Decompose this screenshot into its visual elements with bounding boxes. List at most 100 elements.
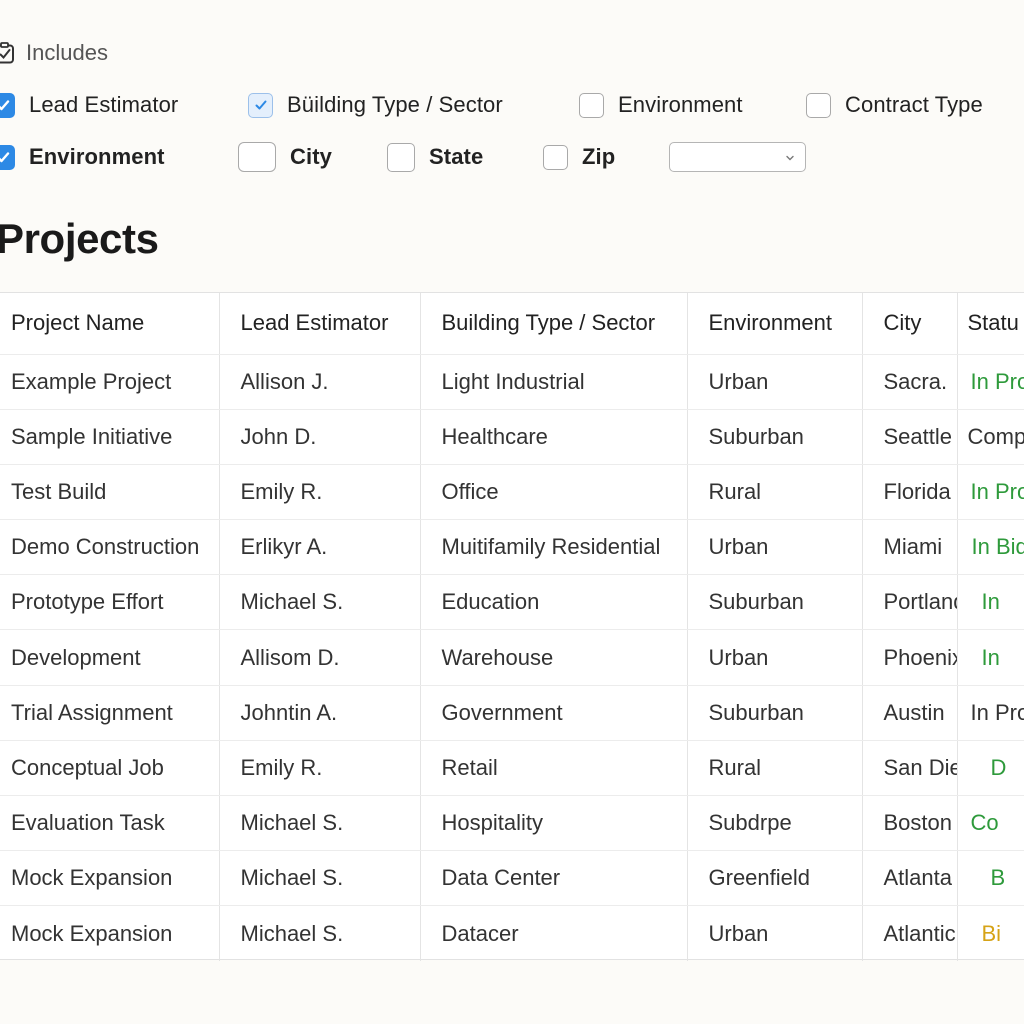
cell-lead-estimator: Emily R. xyxy=(219,464,421,521)
cell-building-type: Hospitality xyxy=(420,795,688,852)
cell-status: Bi xyxy=(981,920,1002,946)
cell-city: Miami xyxy=(862,519,958,576)
checkbox-empty-icon[interactable] xyxy=(806,92,831,118)
column-header-status[interactable]: Statu xyxy=(957,293,1024,355)
cell-status: D xyxy=(957,740,1024,797)
table-header-row: Project Name Lead Estimator Building Typ… xyxy=(0,293,1024,355)
column-header-lead-estimator[interactable]: Lead Estimator xyxy=(219,293,421,355)
projects-table: Project Name Lead Estimator Building Typ… xyxy=(0,292,1024,962)
filter-zip[interactable]: Zip xyxy=(543,140,615,174)
cell-environment: Urban xyxy=(687,354,863,410)
cell-project-name: Mock Expansion xyxy=(0,905,220,962)
filter-contract-type[interactable]: Contract Type xyxy=(806,88,983,122)
cell-building-type: Education xyxy=(420,574,688,631)
cell-environment: Urban xyxy=(687,629,863,686)
cell-environment: Suburban xyxy=(687,409,863,465)
filter-building-type[interactable]: Büilding Type / Sector xyxy=(248,88,503,122)
filter-label: Contract Type xyxy=(845,92,983,117)
column-header-environment[interactable]: Environment xyxy=(687,293,863,355)
table-row[interactable]: Development Allisom D. Warehouse Urban Phoen… xyxy=(0,629,1024,686)
cell-environment: Urban xyxy=(687,519,863,576)
table-row[interactable]: Test Build Emily R. Office Rural Florida In P… xyxy=(0,464,1024,521)
filter-environment-2[interactable]: Environment xyxy=(0,140,165,174)
includes-label: Includes xyxy=(26,40,108,65)
cell-lead-estimator: Michael S. xyxy=(219,795,421,852)
filter-lead-estimator[interactable]: Lead Estimator xyxy=(0,88,178,122)
filter-label: State xyxy=(429,144,484,169)
cell-environment: Greenfield xyxy=(687,850,863,907)
column-header-city[interactable]: City xyxy=(862,293,958,355)
cell-status: Co xyxy=(957,795,1024,852)
checkbox-checked-icon[interactable] xyxy=(248,92,273,118)
filter-label: Lead Estimator xyxy=(29,92,179,117)
column-header-project-name[interactable]: Project Name xyxy=(0,293,220,355)
filter-label: Zip xyxy=(582,144,616,169)
cell-environment: Suburban xyxy=(687,685,863,741)
cell-city: Sacra. xyxy=(862,354,958,410)
cell-status: In xyxy=(957,574,1024,631)
cell-environment: Rural xyxy=(687,740,863,797)
filter-environment[interactable]: Environment xyxy=(579,88,743,122)
cell-lead-estimator: Michael S. xyxy=(219,905,421,962)
cell-building-type: Light Industrial xyxy=(420,354,688,410)
cell-lead-estimator: John D. xyxy=(219,409,421,465)
cell-building-type: Warehouse xyxy=(420,629,688,686)
cell-project-name: Mock Expansion xyxy=(0,850,220,907)
cell-lead-estimator: Johntin A. xyxy=(219,685,421,741)
table-row[interactable]: Conceptual JobEmily R.RetailRuralSan Die… xyxy=(0,740,1024,797)
table-row[interactable]: Mock Expansion Michael S. Data Center Green… xyxy=(0,850,1024,907)
page-title: Projects xyxy=(0,215,159,262)
cell-city: Portland xyxy=(862,574,958,631)
cell-city: Atlantic xyxy=(862,905,958,962)
column-header-building-type[interactable]: Building Type / Sector xyxy=(420,293,688,355)
cell-city: Phoenix xyxy=(862,629,958,686)
cell-status: In Pro xyxy=(957,685,1024,741)
checkbox-checked-icon[interactable] xyxy=(0,144,15,170)
checklist-icon xyxy=(0,42,14,64)
cell-lead-estimator: Emily R. xyxy=(219,740,421,797)
cell-environment: Rural xyxy=(687,464,863,521)
filter-state[interactable]: State xyxy=(387,140,483,174)
cell-environment: Subdrpe xyxy=(687,795,863,852)
checkbox-checked-icon[interactable] xyxy=(0,92,15,118)
filter-city[interactable]: City xyxy=(238,140,332,174)
cell-building-type: Office xyxy=(420,464,688,521)
filter-label: City xyxy=(290,144,332,169)
table-row[interactable]: Demo Construction Erlikyr A. Muitifamily R… xyxy=(0,519,1024,576)
cell-lead-estimator: Michael S. xyxy=(219,850,421,907)
cell-status: In Pro xyxy=(957,354,1024,410)
table-row[interactable]: Evaluation Task Michael S. Hospitality Subd… xyxy=(0,795,1024,852)
checkbox-empty-icon[interactable] xyxy=(238,142,276,172)
checkbox-empty-icon[interactable] xyxy=(387,142,415,172)
cell-lead-estimator: Allisom D. xyxy=(219,629,421,686)
table-row[interactable]: Sample Initiative John D. Healthcare Suburb… xyxy=(0,409,1024,465)
table-row[interactable]: Example Project Allison J. Light Industria… xyxy=(0,354,1024,410)
cell-environment: Urban xyxy=(687,905,863,962)
cell-project-name: Conceptual Job xyxy=(0,740,220,797)
filter-row-1: Lead Estimator Büilding Type / Sector En… xyxy=(0,88,1024,122)
cell-status: B xyxy=(957,850,1024,907)
cell-building-type: Data Center xyxy=(420,850,688,907)
cell-city: San Diego xyxy=(862,740,958,797)
cell-project-name: Example Project xyxy=(0,354,220,410)
cell-status: In Pro xyxy=(957,464,1024,521)
cell-project-name: Sample Initiative xyxy=(0,409,220,465)
filter-select-dropdown[interactable] xyxy=(669,142,806,172)
cell-status: In xyxy=(957,629,1024,686)
cell-lead-estimator: Allison J. xyxy=(219,354,421,410)
cell-building-type: Government xyxy=(420,685,688,741)
page: Includes Lead Estimator Büilding Type / … xyxy=(0,0,1024,1024)
cell-project-name: Test Build xyxy=(0,464,220,521)
cell-building-type: Datacer xyxy=(420,905,688,962)
cell-environment: Suburban xyxy=(687,574,863,631)
checkbox-empty-icon[interactable] xyxy=(579,92,604,118)
table-row[interactable]: Prototype Effort Michael S. Education Subur… xyxy=(0,574,1024,631)
checkbox-empty-icon[interactable] xyxy=(543,144,568,170)
filter-label: Environment xyxy=(29,144,165,169)
cell-status: Comp xyxy=(957,409,1024,465)
cell-status: In Bid xyxy=(957,519,1024,576)
filter-label: Büilding Type / Sector xyxy=(287,92,503,117)
table-row[interactable]: Mock Expansion Michael S. Datacer Urban Atla… xyxy=(0,905,1024,962)
cell-building-type: Retail xyxy=(420,740,688,797)
table-row[interactable]: Trial Assignment Johntin A. Government Subu… xyxy=(0,685,1024,741)
